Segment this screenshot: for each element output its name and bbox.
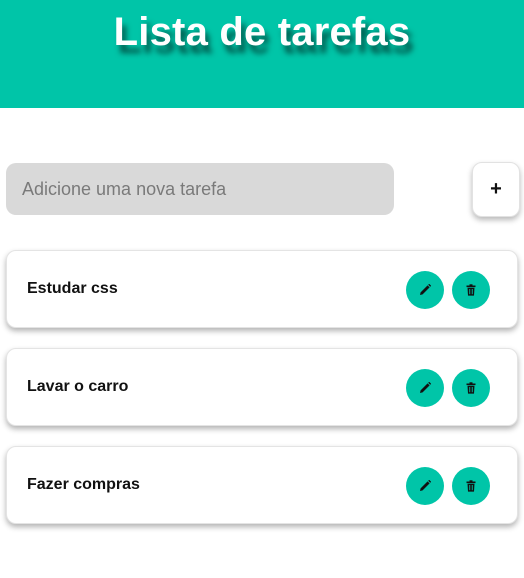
delete-task-button[interactable] [452, 467, 490, 505]
new-task-input[interactable] [6, 163, 394, 215]
task-label: Estudar css [27, 280, 118, 297]
task-label: Lavar o carro [27, 378, 129, 395]
page-title: Lista de tarefas [113, 10, 411, 54]
edit-task-button[interactable] [406, 467, 444, 505]
trash-icon [466, 382, 476, 394]
add-task-button[interactable]: + [472, 162, 520, 217]
pencil-icon [420, 480, 431, 491]
task-item: Estudar css [6, 250, 518, 328]
delete-task-button[interactable] [452, 369, 490, 407]
header-bar: Lista de tarefas [0, 0, 524, 108]
trash-icon [466, 480, 476, 492]
task-item: Lavar o carro [6, 348, 518, 426]
pencil-icon [420, 284, 431, 295]
edit-task-button[interactable] [406, 369, 444, 407]
pencil-icon [420, 382, 431, 393]
task-item: Fazer compras [6, 446, 518, 524]
delete-task-button[interactable] [452, 271, 490, 309]
trash-icon [466, 284, 476, 296]
add-task-row: + [0, 162, 524, 217]
edit-task-button[interactable] [406, 271, 444, 309]
task-label: Fazer compras [27, 476, 140, 493]
